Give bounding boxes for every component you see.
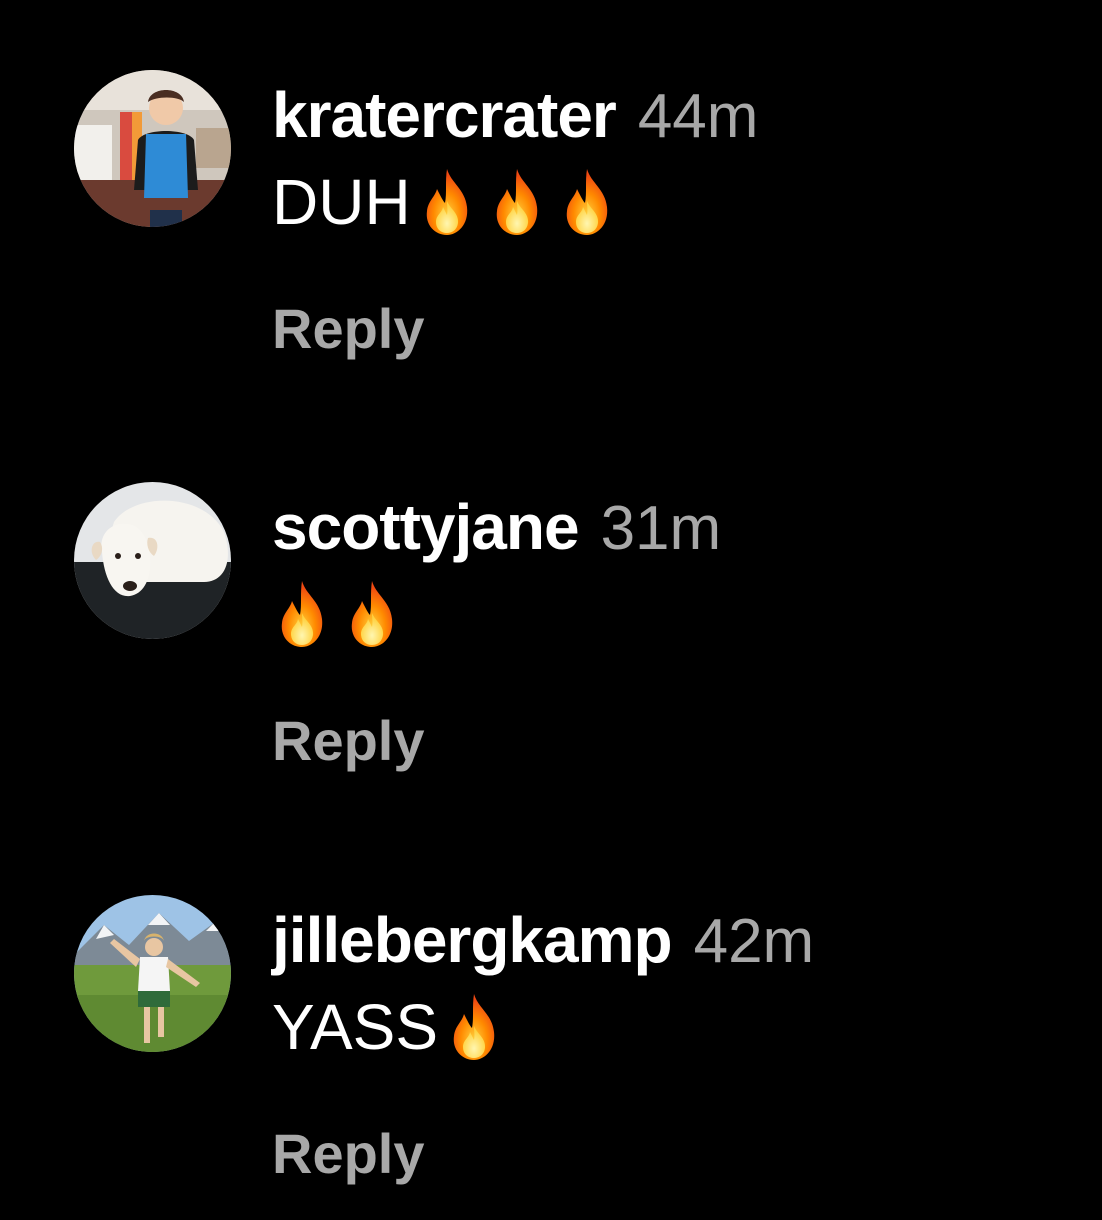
comment-text xyxy=(272,574,402,654)
reply-button[interactable]: Reply xyxy=(272,1121,425,1186)
fire-emoji-icon xyxy=(417,167,477,237)
comment-text-content: DUH xyxy=(272,166,411,238)
fire-emoji-group xyxy=(444,992,504,1062)
username[interactable]: jillebergkamp xyxy=(272,903,673,977)
timestamp: 44m xyxy=(637,82,759,151)
white-dog-avatar[interactable] xyxy=(74,482,231,639)
fire-emoji-icon xyxy=(272,579,332,649)
fire-emoji-icon xyxy=(342,579,402,649)
timestamp: 31m xyxy=(600,494,722,563)
fire-emoji-icon xyxy=(487,167,547,237)
comment-item: jillebergkamp 42m YASS Reply xyxy=(0,825,1102,1205)
timestamp: 42m xyxy=(693,907,815,976)
username[interactable]: scottyjane xyxy=(272,490,580,564)
username[interactable]: kratercrater xyxy=(272,78,617,152)
comment-text-content: YASS xyxy=(272,991,438,1063)
comment-text: YASS xyxy=(272,987,504,1067)
fire-emoji-icon xyxy=(444,992,504,1062)
reply-button[interactable]: Reply xyxy=(272,708,425,773)
comment-text: DUH xyxy=(272,162,617,242)
person-in-apron-avatar[interactable] xyxy=(74,70,231,227)
fire-emoji-icon xyxy=(557,167,617,237)
comment-item: scottyjane 31m Reply xyxy=(0,412,1102,792)
fire-emoji-group xyxy=(417,167,617,237)
reply-button[interactable]: Reply xyxy=(272,296,425,361)
person-on-meadow-avatar[interactable] xyxy=(74,895,231,1052)
fire-emoji-group xyxy=(272,579,402,649)
comment-item: kratercrater 44m DUH Reply xyxy=(0,0,1102,380)
